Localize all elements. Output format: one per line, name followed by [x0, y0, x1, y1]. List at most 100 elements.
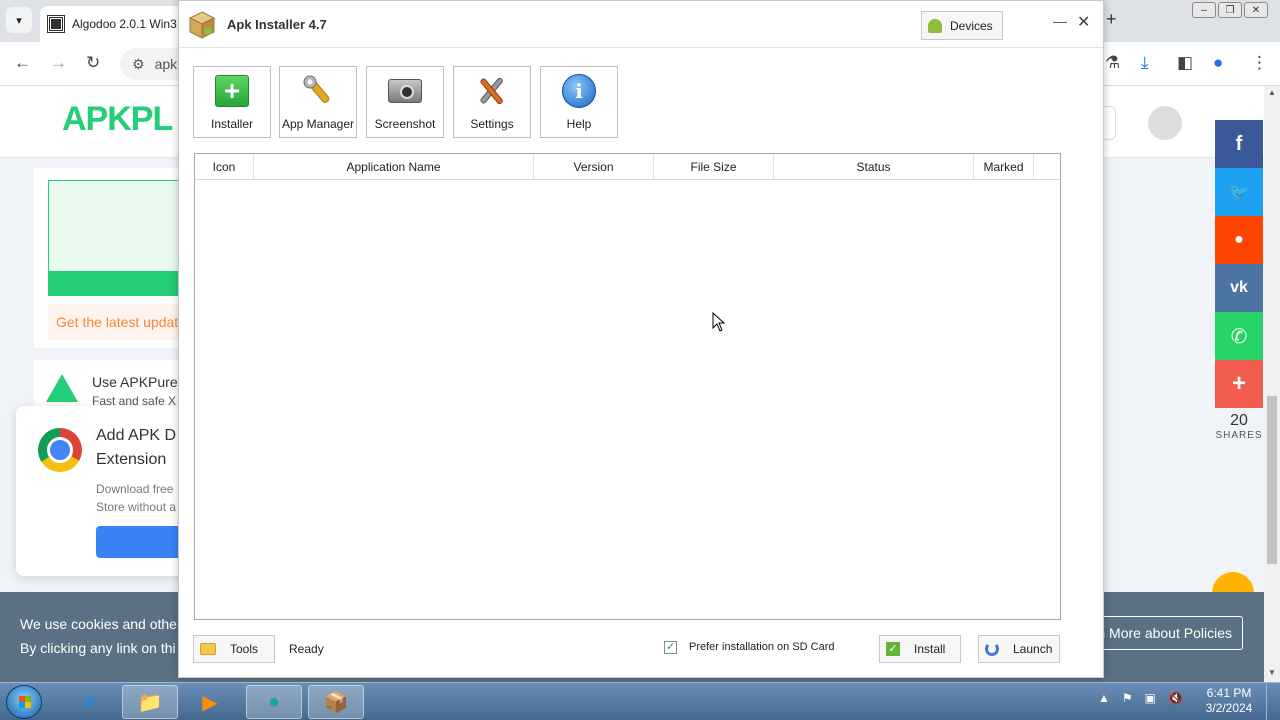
apkpure-logo[interactable]: APKPL — [62, 100, 173, 139]
menu-kebab-icon[interactable]: ⋮ — [1251, 53, 1268, 73]
twitter-share-button[interactable]: 🐦 — [1215, 168, 1263, 216]
tools-button[interactable]: Tools — [193, 635, 275, 663]
start-button[interactable] — [6, 685, 42, 719]
column-file-size[interactable]: File Size — [654, 154, 774, 180]
install-button[interactable]: ✓ Install — [879, 635, 961, 663]
screenshot-label: Screenshot — [374, 117, 436, 131]
installer-label: Installer — [210, 117, 254, 131]
prefer-sd-label[interactable]: Prefer installation on SD Card — [689, 641, 835, 653]
share-label: SHARES — [1215, 430, 1263, 441]
extension-desc-line1: Download free — [96, 482, 174, 496]
extension-title-line1: Add APK D — [96, 427, 177, 444]
back-arrow-icon[interactable]: ← — [14, 53, 31, 73]
tab-search-button[interactable]: ▾ — [6, 7, 32, 33]
close-icon[interactable]: ✕ — [1077, 12, 1090, 32]
camera-icon — [387, 73, 423, 109]
bottom-bar: Tools Ready ✓ Prefer installation on SD … — [179, 631, 1103, 671]
column-status[interactable]: Status — [774, 154, 974, 180]
download-panel — [48, 180, 198, 296]
mouse-cursor-icon — [712, 312, 726, 332]
forward-arrow-icon[interactable]: → — [50, 53, 67, 73]
column-application-name[interactable]: Application Name — [254, 154, 534, 180]
internet-explorer-icon[interactable]: e — [62, 685, 118, 719]
launch-button[interactable]: Launch — [978, 635, 1060, 663]
scroll-up-arrow-icon[interactable]: ▲ — [1268, 88, 1276, 97]
side-panel-icon[interactable]: ◧ — [1177, 53, 1193, 73]
promo-title: Use APKPure — [92, 374, 178, 390]
cookie-text-line2: By clicking any link on thi — [20, 640, 176, 656]
installer-icon: + — [214, 73, 250, 109]
android-icon — [928, 18, 942, 33]
site-settings-icon[interactable]: ⚙ — [132, 56, 145, 73]
media-player-icon[interactable]: ▶ — [182, 685, 238, 719]
share-bar: f 🐦 ● vk ✆ + 20 SHARES — [1215, 120, 1263, 441]
download-button[interactable] — [49, 271, 197, 295]
show-desktop-button[interactable] — [1266, 683, 1280, 720]
labs-flask-icon[interactable]: ⚗ — [1105, 53, 1120, 73]
browser-taskbar-icon[interactable]: ● — [246, 685, 302, 719]
scroll-thumb[interactable] — [1267, 396, 1277, 564]
status-text: Ready — [289, 642, 324, 656]
column-version[interactable]: Version — [534, 154, 654, 180]
windows-taskbar: e 📁 ▶ ● 📦 ▲ ⚑ ▣ 🔇 6:41 PM 3/2/2024 — [0, 682, 1280, 720]
close-button[interactable]: ✕ — [1244, 2, 1268, 18]
column-marked[interactable]: Marked — [974, 154, 1034, 180]
help-icon: i — [561, 73, 597, 109]
extension-title: Add APK D Extension — [96, 424, 186, 472]
profile-icon[interactable]: ● — [1213, 53, 1223, 73]
volume-muted-icon[interactable]: 🔇 — [1168, 691, 1183, 705]
whatsapp-share-button[interactable]: ✆ — [1215, 312, 1263, 360]
screenshot-button[interactable]: Screenshot — [366, 66, 444, 138]
file-explorer-icon[interactable]: 📁 — [122, 685, 178, 719]
devices-button[interactable]: Devices — [921, 11, 1003, 40]
vk-share-button[interactable]: vk — [1215, 264, 1263, 312]
list-header: Icon Application Name Version File Size … — [195, 154, 1060, 180]
new-tab-button[interactable]: + — [1106, 9, 1117, 30]
settings-label: Settings — [470, 117, 514, 131]
policies-button[interactable]: n More about Policies — [1080, 616, 1243, 650]
apkpure-icon — [46, 374, 78, 402]
user-avatar-icon[interactable] — [1148, 106, 1182, 140]
column-icon[interactable]: Icon — [195, 154, 254, 180]
url-text: apk — [154, 56, 178, 72]
restore-button[interactable]: ❐ — [1218, 2, 1242, 18]
app-manager-button[interactable]: App Manager — [279, 66, 357, 138]
application-list[interactable]: Icon Application Name Version File Size … — [194, 153, 1061, 620]
network-icon[interactable]: ▣ — [1145, 691, 1156, 705]
tab-title: Algodoo 2.0.1 Win3 — [72, 17, 177, 31]
installer-button[interactable]: + Installer — [193, 66, 271, 138]
minimize-button[interactable]: – — [1192, 2, 1216, 18]
clock-date: 3/2/2024 — [1205, 701, 1253, 715]
scroll-down-arrow-icon[interactable]: ▼ — [1268, 668, 1276, 677]
more-share-button[interactable]: + — [1215, 360, 1263, 408]
update-notice[interactable]: Get the latest updat — [48, 304, 198, 340]
help-label: Help — [566, 117, 592, 131]
windows-logo-icon-lower — [19, 702, 31, 708]
share-count: 20 — [1230, 412, 1248, 429]
apk-box-icon — [189, 11, 215, 39]
minimize-icon[interactable]: — — [1053, 13, 1067, 29]
devices-label: Devices — [950, 18, 993, 33]
system-tray: ▲ ⚑ ▣ 🔇 — [1098, 691, 1183, 705]
show-hidden-icons-icon[interactable]: ▲ — [1098, 691, 1110, 705]
browser-window-controls: – ❐ ✕ — [1192, 2, 1268, 18]
apk-installer-taskbar-icon[interactable]: 📦 — [308, 685, 364, 719]
clock[interactable]: 6:41 PM 3/2/2024 — [1200, 686, 1258, 716]
download-icon[interactable]: ⤓ — [1141, 53, 1149, 73]
prefer-sd-checkbox[interactable]: ✓ — [664, 641, 677, 654]
action-center-flag-icon[interactable]: ⚑ — [1122, 691, 1133, 705]
extension-description: Download free Store without a — [96, 480, 186, 516]
apk-titlebar: Apk Installer 4.7 Devices — ✕ — [179, 1, 1103, 48]
reload-icon[interactable]: ↻ — [86, 53, 100, 73]
tools-icon — [474, 73, 510, 109]
reddit-share-button[interactable]: ● — [1215, 216, 1263, 264]
extension-title-line2: Extension — [96, 451, 167, 468]
page-scrollbar[interactable]: ▲ ▼ — [1264, 86, 1280, 682]
help-button[interactable]: i Help — [540, 66, 618, 138]
browser-tab[interactable]: Algodoo 2.0.1 Win3 — [40, 6, 190, 42]
chrome-icon — [38, 428, 82, 472]
app-manager-label: App Manager — [281, 117, 355, 131]
app-title: Apk Installer 4.7 — [227, 17, 327, 32]
facebook-share-button[interactable]: f — [1215, 120, 1263, 168]
settings-button[interactable]: Settings — [453, 66, 531, 138]
